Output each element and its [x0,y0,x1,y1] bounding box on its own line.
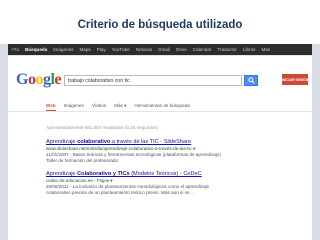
result-title[interactable]: Aprendizaje colaborativo a través de las… [46,139,246,146]
gbar-item-drive[interactable]: Drive [176,47,187,52]
slide-frame-right [312,44,320,240]
top-divider [8,55,312,56]
google-logo[interactable]: Google [16,72,61,88]
gbar-item-gmail[interactable]: Gmail [158,47,170,52]
gbar-item-images[interactable]: Imágenes [53,47,73,52]
result-title[interactable]: Aprendizaje Colaborativo y TICs (Modelos… [46,171,246,178]
search-input[interactable]: trabajo colaborativo con tic [64,75,242,86]
slide-frame-left [0,44,8,240]
tab-videos[interactable]: Vídeos [92,101,106,111]
tab-images[interactable]: Imágenes [64,101,84,111]
signin-button[interactable]: INICIAR SESIÓN [282,74,308,85]
search-icon [247,77,255,84]
search-result: Aprendizaje Colaborativo y TICs (Modelos… [46,171,246,196]
gbar-item-maps[interactable]: Maps [79,47,90,52]
gbar-item-youtube[interactable]: YouTube [112,47,130,52]
search-button[interactable] [244,75,258,86]
tab-search-tools[interactable]: Herramientas de búsqueda [134,101,189,111]
gbar-item-calendar[interactable]: Calendar [193,47,212,52]
tabs-divider [8,111,312,112]
tab-web[interactable]: Web [46,101,56,111]
gbar-item-more[interactable]: Más [261,47,270,52]
gbar-item-play[interactable]: Play [97,47,106,52]
slide-title: Criterio de búsqueda utilizado [77,19,243,31]
result-stats: Aproximadamente 591.000 resultados (0,25… [46,125,159,130]
google-top-bar: +Tú Búsqueda Imágenes Maps Play YouTube … [8,44,312,55]
result-snippet: colaborativo precisa de un planteamiento… [46,190,195,195]
tab-more[interactable]: Más ▾ [114,101,126,111]
gbar-item-search[interactable]: Búsqueda [25,47,47,52]
search-result: Aprendizaje colaborativo a través de las… [46,139,246,164]
gbar-item-translate[interactable]: Traductor [217,47,237,52]
gbar-item-books[interactable]: Libros [243,47,256,52]
gbar-item-plus[interactable]: +Tú [11,47,19,52]
search-tabs: Web Imágenes Vídeos Más ▾ Herramientas d… [46,101,198,111]
google-search-screenshot: +Tú Búsqueda Imágenes Maps Play YouTube … [8,44,312,240]
result-snippet: Taller de formación del profesorado [46,158,119,163]
gbar-item-news[interactable]: Noticias [136,47,152,52]
